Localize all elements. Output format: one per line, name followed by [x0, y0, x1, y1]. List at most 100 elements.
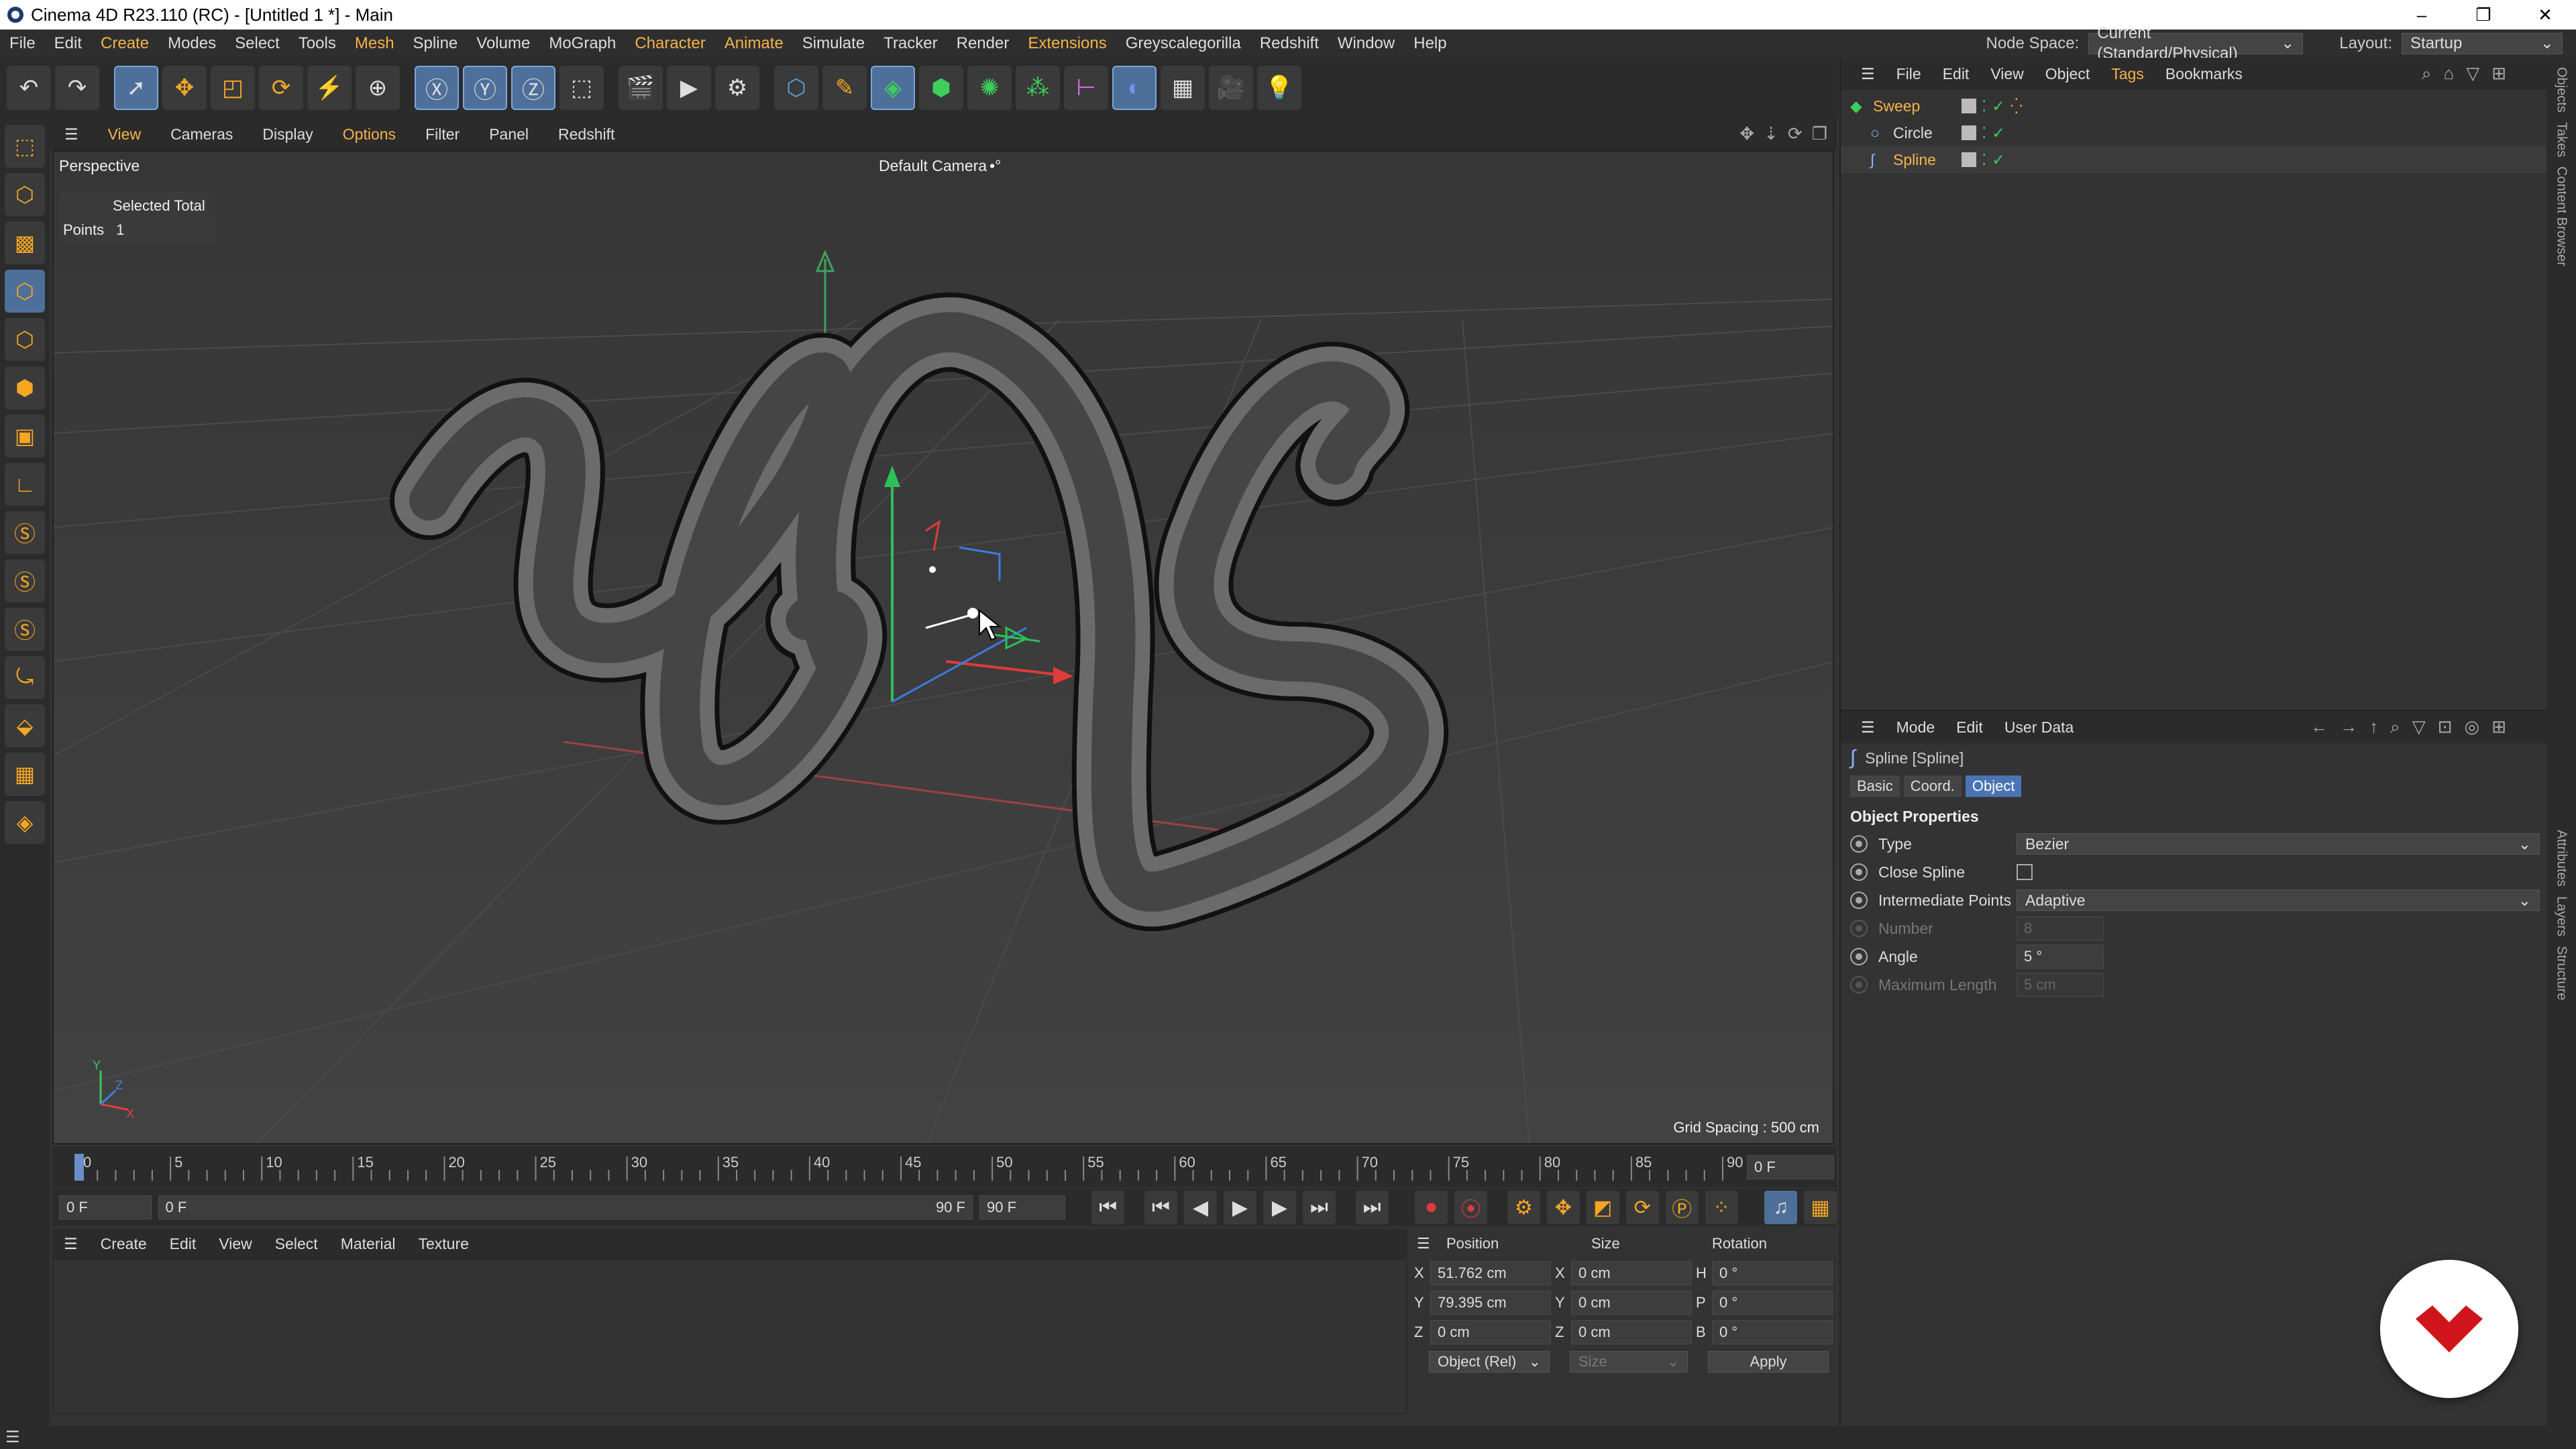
playhead[interactable]: [74, 1154, 84, 1181]
visibility-dots-icon[interactable]: ⁚: [1982, 151, 1986, 169]
object-menu-hamburger-icon[interactable]: ☰: [1850, 65, 1886, 83]
material-manager-area[interactable]: [52, 1258, 1407, 1414]
layout-dropdown[interactable]: Startup ⌄: [2402, 33, 2563, 54]
play-icon[interactable]: ▶: [1223, 1191, 1256, 1224]
attribute-menu-mode[interactable]: Mode: [1886, 718, 1946, 737]
camera-label[interactable]: Default Camera •°: [879, 157, 1001, 175]
search-icon[interactable]: ⌕: [2422, 63, 2432, 85]
coord-menu-hamburger-icon[interactable]: ☰: [1417, 1235, 1446, 1252]
position-field[interactable]: 79.395 cm: [1430, 1291, 1551, 1315]
current-frame-field[interactable]: 0 F: [1747, 1155, 1834, 1179]
side-tab-attributes[interactable]: Attributes: [2554, 830, 2569, 886]
material-menu-view[interactable]: View: [207, 1235, 263, 1253]
size-field[interactable]: 0 cm: [1571, 1261, 1692, 1285]
axis-mode-icon[interactable]: ∟: [5, 463, 45, 506]
new-window-icon[interactable]: ⊞: [2491, 63, 2506, 85]
menu-volume[interactable]: Volume: [467, 30, 539, 58]
polygons-mode-icon[interactable]: ⬢: [5, 366, 45, 409]
layer-box-icon[interactable]: [1962, 125, 1976, 140]
material-menu-material[interactable]: Material: [329, 1235, 407, 1253]
settings-icon[interactable]: ◎: [2465, 716, 2480, 738]
next-key-icon[interactable]: ⏭: [1302, 1191, 1336, 1224]
coordinate-system-icon[interactable]: ⬚: [559, 66, 604, 110]
tab-basic[interactable]: Basic: [1850, 775, 1900, 797]
frame-range-slider[interactable]: 0 F 90 F: [158, 1195, 973, 1220]
array-icon[interactable]: ⁂: [1016, 66, 1060, 110]
rotation-field[interactable]: 0 °: [1712, 1261, 1833, 1285]
cloner-icon[interactable]: ✺: [967, 66, 1012, 110]
intermediate-points-dropdown[interactable]: Adaptive ⌄: [2017, 890, 2540, 911]
object-row-circle[interactable]: ○ Circle ⁚ ✓: [1841, 119, 2546, 146]
go-to-start-icon[interactable]: ⏮: [1091, 1191, 1125, 1224]
edges-mode-icon[interactable]: ⬡: [5, 318, 45, 361]
menu-create[interactable]: Create: [91, 30, 158, 58]
node-space-dropdown[interactable]: Current (Standard/Physical) ⌄: [2088, 24, 2304, 62]
z-axis-lock-icon[interactable]: Ⓩ: [511, 66, 555, 110]
camera-icon[interactable]: 🎥: [1209, 66, 1253, 110]
new-window-icon[interactable]: ⊞: [2491, 716, 2506, 738]
attribute-menu-user-data[interactable]: User Data: [1994, 718, 2085, 737]
make-editable-icon[interactable]: ⬚: [5, 125, 45, 168]
status-menu-icon[interactable]: ☰: [0, 1428, 20, 1446]
animate-dot-icon[interactable]: [1850, 948, 1868, 965]
light-icon[interactable]: 💡: [1257, 66, 1301, 110]
viewport-menu-hamburger-icon[interactable]: ☰: [50, 118, 93, 150]
object-row-sweep[interactable]: ◆ Sweep ⁚ ✓ ⁛: [1841, 93, 2546, 119]
side-tab-objects[interactable]: Objects: [2554, 67, 2569, 113]
viewport-menu-options[interactable]: Options: [328, 118, 411, 150]
object-menu-view[interactable]: View: [1980, 65, 2034, 83]
pla-key-icon[interactable]: ⁘: [1705, 1191, 1738, 1224]
filter-icon[interactable]: ▽: [2466, 63, 2479, 85]
menu-file[interactable]: File: [0, 30, 45, 58]
side-tab-structure[interactable]: Structure: [2554, 946, 2569, 1000]
subdivision-icon[interactable]: ◈: [871, 66, 915, 110]
close-spline-checkbox[interactable]: [2017, 864, 2033, 880]
rotation-field[interactable]: 0 °: [1712, 1291, 1833, 1315]
points-mode-icon[interactable]: ⬡: [5, 270, 45, 313]
texture-mode-icon[interactable]: ▩: [5, 221, 45, 264]
sound-icon[interactable]: ♫: [1764, 1191, 1798, 1224]
close-button[interactable]: ✕: [2514, 0, 2576, 30]
start-frame-field[interactable]: 0 F: [59, 1195, 152, 1220]
attribute-menu-edit[interactable]: Edit: [1945, 718, 1994, 737]
previous-key-icon[interactable]: ⏮: [1144, 1191, 1177, 1224]
menu-character[interactable]: Character: [625, 30, 714, 58]
side-tab-content-browser[interactable]: Content Browser: [2554, 166, 2569, 266]
viewport-menu-redshift[interactable]: Redshift: [543, 118, 629, 150]
menu-simulate[interactable]: Simulate: [793, 30, 874, 58]
pan-view-icon[interactable]: ✥: [1739, 123, 1754, 144]
object-menu-object[interactable]: Object: [2035, 65, 2100, 83]
quantize-icon[interactable]: ◈: [5, 801, 45, 844]
menu-extensions[interactable]: Extensions: [1018, 30, 1116, 58]
lock-icon[interactable]: ⊡: [2438, 716, 2453, 738]
position-field[interactable]: 51.762 cm: [1430, 1261, 1551, 1285]
y-axis-lock-icon[interactable]: Ⓨ: [463, 66, 507, 110]
attribute-menu-hamburger-icon[interactable]: ☰: [1850, 718, 1886, 737]
material-menu-select[interactable]: Select: [264, 1235, 329, 1253]
floor-icon[interactable]: ▦: [1161, 66, 1205, 110]
tag-icon[interactable]: ⁛: [2010, 97, 2023, 115]
filter-icon[interactable]: ▽: [2412, 716, 2426, 738]
uv-mode-icon[interactable]: ▣: [5, 415, 45, 458]
menu-select[interactable]: Select: [225, 30, 289, 58]
menu-tools[interactable]: Tools: [289, 30, 345, 58]
record-active-objects-icon[interactable]: ⏺: [1415, 1191, 1448, 1224]
next-frame-icon[interactable]: ▶: [1263, 1191, 1296, 1224]
symmetry-s-icon[interactable]: Ⓢ: [5, 608, 45, 651]
rotation-field[interactable]: 0 °: [1712, 1320, 1833, 1344]
animate-dot-icon[interactable]: [1850, 892, 1868, 909]
keyframe-selection-icon[interactable]: ⚙: [1507, 1191, 1540, 1224]
viewport-menu-filter[interactable]: Filter: [411, 118, 474, 150]
viewport-menu-display[interactable]: Display: [248, 118, 327, 150]
side-tab-layers[interactable]: Layers: [2554, 896, 2569, 936]
recent-tools-icon[interactable]: ⚡: [307, 66, 352, 110]
menu-tracker[interactable]: Tracker: [874, 30, 947, 58]
render-view-icon[interactable]: 🎬: [619, 66, 663, 110]
autokeying-icon[interactable]: ⦿: [1454, 1191, 1488, 1224]
snap-icon[interactable]: Ⓢ: [5, 511, 45, 554]
material-menu-texture[interactable]: Texture: [407, 1235, 480, 1253]
back-arrow-icon[interactable]: ←: [2310, 716, 2328, 738]
cube-icon[interactable]: ⬡: [774, 66, 818, 110]
home-icon[interactable]: ⌂: [2443, 63, 2454, 85]
menu-animate[interactable]: Animate: [715, 30, 793, 58]
